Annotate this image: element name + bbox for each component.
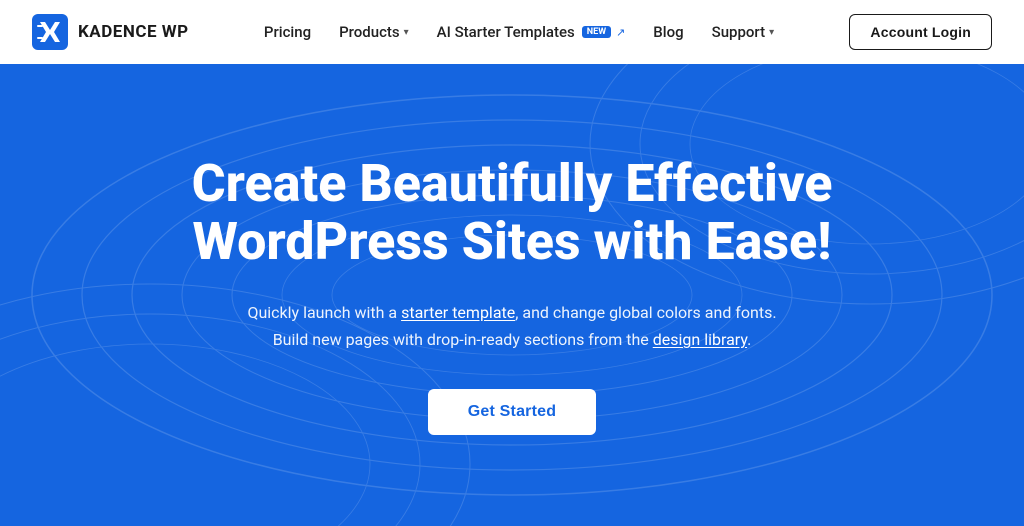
starter-template-link[interactable]: starter template [401, 303, 515, 322]
subtitle-text-4: . [747, 330, 751, 349]
hero-section: Create Beautifully Effective WordPress S… [0, 64, 1024, 526]
logo[interactable]: KADENCE WP [32, 14, 189, 50]
nav-pricing[interactable]: Pricing [264, 23, 311, 41]
design-library-link[interactable]: design library [653, 330, 747, 349]
external-link-icon: ↗ [616, 26, 625, 39]
hero-subtitle: Quickly launch with a starter template, … [247, 299, 776, 353]
nav-products[interactable]: Products ▾ [339, 23, 409, 41]
new-badge: New [582, 26, 611, 38]
site-header: KADENCE WP Pricing Products ▾ AI Starter… [0, 0, 1024, 64]
nav-support[interactable]: Support ▾ [712, 23, 775, 41]
main-nav: Pricing Products ▾ AI Starter Templates … [264, 23, 774, 41]
products-chevron-icon: ▾ [404, 27, 409, 38]
support-chevron-icon: ▾ [769, 27, 774, 38]
hero-background-topo [0, 64, 1024, 526]
nav-ai-starter-templates[interactable]: AI Starter Templates New ↗ [437, 23, 626, 41]
hero-title: Create Beautifully Effective WordPress S… [102, 155, 922, 271]
get-started-button[interactable]: Get Started [428, 389, 596, 435]
subtitle-text-3: Build new pages with drop-in-ready secti… [273, 330, 653, 349]
account-login-button[interactable]: Account Login [849, 14, 992, 50]
subtitle-text-1: Quickly launch with a [247, 303, 401, 322]
logo-icon [32, 14, 68, 50]
logo-text: KADENCE WP [78, 22, 189, 42]
nav-blog[interactable]: Blog [653, 23, 683, 41]
subtitle-text-2: , and change global colors and fonts. [515, 303, 776, 322]
